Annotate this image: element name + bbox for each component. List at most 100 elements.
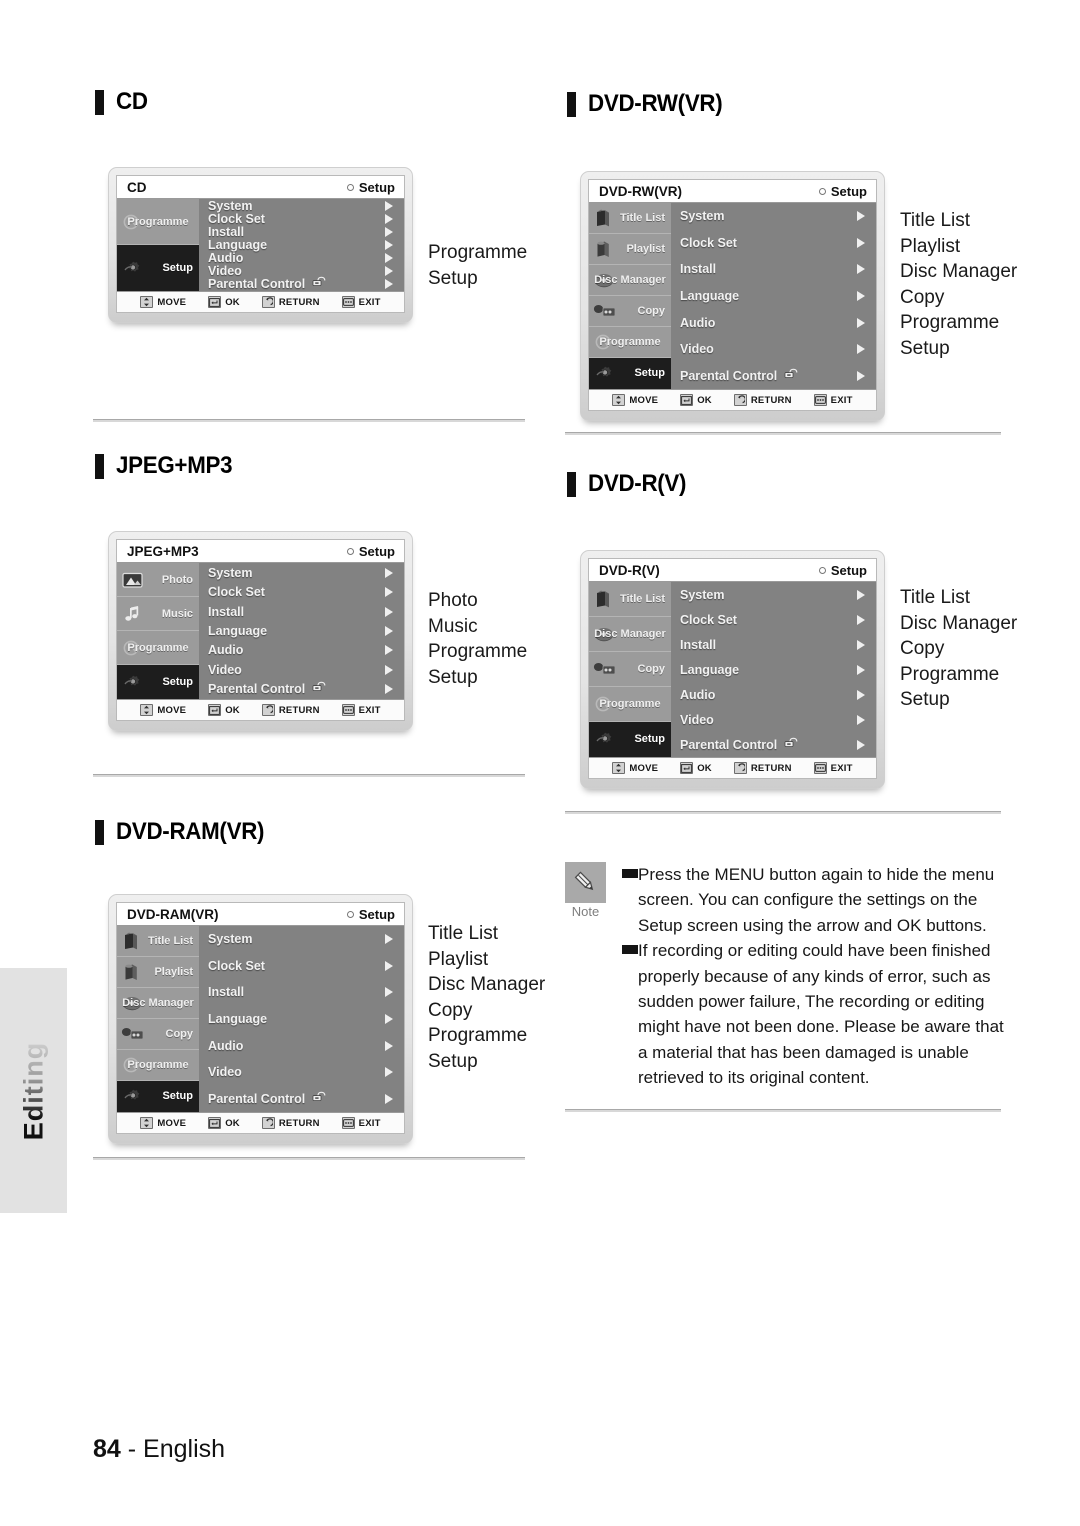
osd-footer-key-move: MOVE <box>612 394 658 406</box>
osd-sidebar-item-programme[interactable]: Programme <box>589 687 671 722</box>
osd-menu-item-video[interactable]: Video <box>208 660 404 679</box>
osd-menu-item-label: Clock Set <box>208 211 265 226</box>
osd-sidebar-item-copy[interactable]: Copy <box>117 1019 199 1050</box>
osd-menu-list: System Clock Set Install Language Audio Video… <box>199 199 404 291</box>
osd-menu-item-parental-control[interactable]: Parental Control <box>208 277 404 292</box>
osd-sidebar-item-programme[interactable]: Programme <box>117 1050 199 1081</box>
divider-right-2 <box>565 811 1001 814</box>
gear-icon <box>120 1086 146 1106</box>
note-item: Press the MENU button again to hide the … <box>622 862 1005 938</box>
osd-sidebar-item-title-list[interactable]: Title List <box>117 926 199 957</box>
osd-menu-item-label: Parental Control <box>208 277 306 292</box>
osd-footer-key-label: RETURN <box>278 704 320 716</box>
chevron-right-icon <box>857 344 865 355</box>
page-number: 84 <box>93 1435 121 1463</box>
osd-sidebar-item-title-list[interactable]: Title List <box>589 203 671 234</box>
osd-menu-item-parental-control[interactable]: Parental Control <box>208 680 404 699</box>
osd-menu-item-install[interactable]: Install <box>680 632 876 657</box>
osd-sidebar-item-disc-manager[interactable]: Disc Manager <box>589 617 671 652</box>
osd-menu-item-video[interactable]: Video <box>208 1059 404 1086</box>
osd-menu-item-language[interactable]: Language <box>208 1006 404 1033</box>
osd-sidebar-item-setup[interactable]: Setup <box>589 722 671 757</box>
osd-menu-item-language[interactable]: Language <box>208 621 404 640</box>
caption-item: Programme <box>428 1025 528 1046</box>
osd-menu-item-install[interactable]: Install <box>208 979 404 1006</box>
osd-menu-item-label: Clock Set <box>680 612 737 627</box>
osd-footer-key-ok: OK <box>208 1117 240 1129</box>
osd-menu-item-clock-set[interactable]: Clock Set <box>208 582 404 601</box>
osd-menu-item-parental-control[interactable]: Parental Control <box>680 732 876 757</box>
osd-sidebar-item-programme[interactable]: Programme <box>117 199 199 245</box>
osd-sidebar-item-setup[interactable]: Setup <box>117 1081 199 1112</box>
osd-sidebar-item-programme[interactable]: Programme <box>589 327 671 358</box>
osd-menu-item-install[interactable]: Install <box>208 602 404 621</box>
osd-sidebar-item-setup[interactable]: Setup <box>589 358 671 389</box>
osd-menu-item-language[interactable]: Language <box>680 657 876 682</box>
chevron-right-icon <box>857 639 865 650</box>
osd-sidebar-item-copy[interactable]: Copy <box>589 296 671 327</box>
osd-sidebar-item-disc-manager[interactable]: Disc Manager <box>589 265 671 296</box>
osd-menu-item-audio[interactable]: Audio <box>208 251 404 265</box>
osd-sidebar-item-music[interactable]: Music <box>117 597 199 631</box>
osd-menu-item-install[interactable]: Install <box>208 225 404 239</box>
osd-sidebar-item-playlist[interactable]: Playlist <box>589 234 671 265</box>
osd-menu-item-system[interactable]: System <box>208 563 404 582</box>
osd-menu-item-clock-set[interactable]: Clock Set <box>680 607 876 632</box>
osd-body: Title List Disc Manager Copy Programme S… <box>589 582 876 757</box>
osd-menu-item-language[interactable]: Language <box>208 238 404 252</box>
osd-menu-item-system[interactable]: System <box>680 582 876 607</box>
caption-item: Programme <box>428 641 528 662</box>
osd-sidebar-item-copy[interactable]: Copy <box>589 652 671 687</box>
osd-sidebar-item-label: Setup <box>162 261 193 274</box>
osd-menu-item-system[interactable]: System <box>208 199 404 213</box>
copy-icon <box>120 1024 146 1044</box>
osd-sidebar-item-title-list[interactable]: Title List <box>589 582 671 617</box>
osd-sidebar: Photo Music Programme Setup <box>117 563 199 699</box>
osd-menu-item-clock-set[interactable]: Clock Set <box>680 230 876 257</box>
osd-menu-item-clock-set[interactable]: Clock Set <box>208 211 404 226</box>
osd-menu-item-label: Clock Set <box>208 958 265 973</box>
osd-menu-item-parental-control[interactable]: Parental Control <box>208 1085 404 1112</box>
osd-sidebar-item-label: Setup <box>634 733 665 745</box>
note-icon-group: Note <box>565 862 606 919</box>
osd-footer-key-label: OK <box>697 394 712 406</box>
osd-menu-item-language[interactable]: Language <box>680 283 876 310</box>
osd-sidebar-item-disc-manager[interactable]: Disc Manager <box>117 988 199 1019</box>
osd-menu-item-audio[interactable]: Audio <box>680 309 876 336</box>
osd-sidebar-item-programme[interactable]: Programme <box>117 631 199 665</box>
caption-item: Disc Manager <box>900 612 1018 634</box>
osd-menu-item-audio[interactable]: Audio <box>208 641 404 660</box>
osd-menu-item-label: Parental Control <box>680 368 800 384</box>
osd-menu-item-video[interactable]: Video <box>680 707 876 732</box>
osd-sidebar-item-setup[interactable]: Setup <box>117 665 199 699</box>
osd-sidebar-item-playlist[interactable]: Playlist <box>117 957 199 988</box>
osd-footer-keys: MOVE OK RETURN EXIT <box>589 389 876 410</box>
osd-menu-item-system[interactable]: System <box>680 203 876 230</box>
caption-item: Playlist <box>900 235 961 257</box>
osd-footer-key-move: MOVE <box>140 704 186 716</box>
osd-footer-key-label: MOVE <box>157 1117 187 1129</box>
osd-titlebar: DVD-R(V) Setup <box>589 559 876 582</box>
osd-sidebar-item-setup[interactable]: Setup <box>117 245 199 291</box>
osd-menu-item-label: Video <box>208 1065 242 1080</box>
radio-dot-icon <box>346 183 354 191</box>
osd-menu-item-parental-control[interactable]: Parental Control <box>680 362 876 389</box>
exit-icon <box>341 1117 355 1129</box>
chevron-right-icon <box>385 567 393 578</box>
enter-icon <box>208 1117 222 1129</box>
return-icon <box>261 296 275 308</box>
osd-menu-item-label: Parental Control <box>680 368 778 383</box>
chevron-right-icon <box>385 960 393 971</box>
chevron-right-icon <box>385 239 393 250</box>
osd-menu-item-audio[interactable]: Audio <box>680 682 876 707</box>
note-item: If recording or editing could have been … <box>622 938 1005 1090</box>
osd-menu-item-label: Parental Control <box>208 682 306 697</box>
osd-menu-item-video[interactable]: Video <box>680 336 876 363</box>
osd-menu-item-audio[interactable]: Audio <box>208 1032 404 1059</box>
osd-menu-item-install[interactable]: Install <box>680 256 876 283</box>
osd-sidebar-item-photo[interactable]: Photo <box>117 563 199 597</box>
radio-dot-icon <box>346 910 354 918</box>
osd-menu-item-system[interactable]: System <box>208 926 404 953</box>
osd-menu-item-clock-set[interactable]: Clock Set <box>208 953 404 980</box>
osd-panel-dvd-r-v: DVD-R(V) Setup Title List Disc Manager C… <box>580 550 885 789</box>
